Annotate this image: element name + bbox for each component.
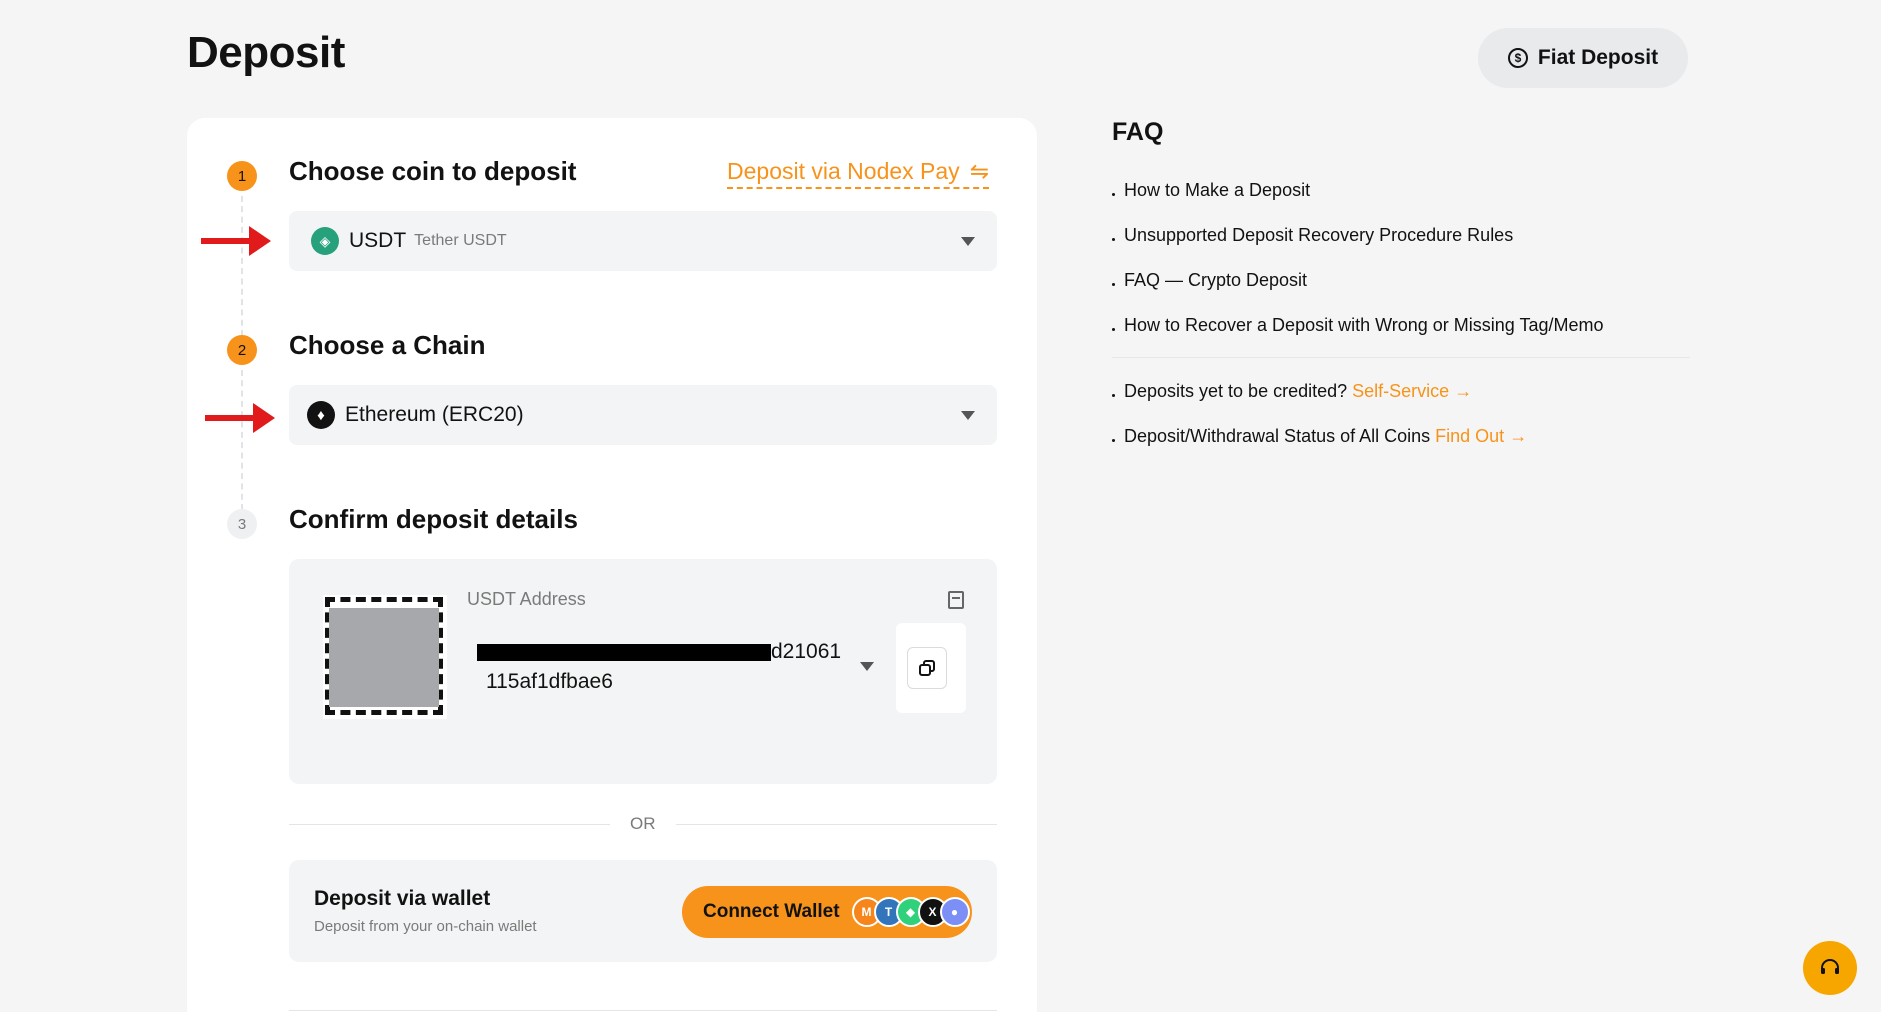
faq-link-label: How to Recover a Deposit with Wrong or M… xyxy=(1124,315,1604,335)
or-label: OR xyxy=(630,814,656,833)
chain-select[interactable]: ♦ Ethereum (ERC20) xyxy=(289,385,997,445)
swap-arrows-icon: ⇋ xyxy=(969,158,989,184)
tether-icon: ◈ xyxy=(311,227,339,255)
step-title-confirm-details: Confirm deposit details xyxy=(289,504,578,534)
address-label: USDT Address xyxy=(467,589,586,609)
chain-value: Ethereum (ERC20) xyxy=(345,403,524,426)
step-number-1: 1 xyxy=(227,161,257,191)
coin-select[interactable]: ◈ USDT Tether USDT xyxy=(289,211,997,271)
dollar-coin-icon: $ xyxy=(1507,48,1528,68)
coin-status-text: Deposit/Withdrawal Status of All Coins xyxy=(1124,426,1431,446)
step-number-3: 3 xyxy=(227,509,257,539)
wallet-icon: ● xyxy=(939,897,970,927)
coin-name: Tether USDT xyxy=(414,232,507,249)
headset-icon xyxy=(1821,959,1839,974)
connect-wallet-label: Connect Wallet xyxy=(703,901,840,922)
divider xyxy=(676,824,997,825)
wallet-subtitle: Deposit from your on-chain wallet xyxy=(314,918,537,935)
copy-icon xyxy=(919,660,935,676)
step-number-2: 2 xyxy=(227,335,257,365)
arrow-right-icon: → xyxy=(1454,381,1473,401)
address-redaction xyxy=(477,644,771,661)
connect-wallet-button[interactable]: Connect Wallet M T ◆ X ● xyxy=(682,886,972,938)
deposit-via-nodex-pay-link[interactable]: Deposit via Nodex Pay ⇋ xyxy=(727,158,989,189)
faq-link-label: How to Make a Deposit xyxy=(1124,180,1311,200)
step-title-choose-chain: Choose a Chain xyxy=(289,330,486,360)
find-out-label: Find Out xyxy=(1435,426,1505,446)
step-connector xyxy=(241,196,243,336)
faq-title: FAQ xyxy=(1112,118,1164,146)
arrow-right-icon: → xyxy=(1509,426,1528,446)
self-service-link[interactable]: Self-Service → xyxy=(1352,381,1472,402)
divider xyxy=(1112,357,1690,358)
find-out-link[interactable]: Find Out → xyxy=(1435,426,1527,447)
pending-credit-row: Deposits yet to be credited? Self-Servic… xyxy=(1112,381,1472,402)
faq-link[interactable]: Unsupported Deposit Recovery Procedure R… xyxy=(1112,225,1513,246)
faq-link-label: Unsupported Deposit Recovery Procedure R… xyxy=(1124,225,1514,245)
address-book-icon[interactable] xyxy=(948,591,964,609)
wallet-icons: M T ◆ X ● xyxy=(851,897,970,927)
faq-link[interactable]: How to Recover a Deposit with Wrong or M… xyxy=(1112,315,1604,336)
qr-code-redacted xyxy=(329,608,439,707)
self-service-label: Self-Service xyxy=(1352,381,1450,401)
bullet xyxy=(1112,193,1115,196)
faq-link-label: FAQ — Crypto Deposit xyxy=(1124,270,1308,290)
bullet xyxy=(1112,394,1115,397)
ethereum-icon: ♦ xyxy=(307,401,335,429)
coin-symbol: USDT xyxy=(349,229,407,252)
coin-status-row: Deposit/Withdrawal Status of All Coins F… xyxy=(1112,426,1527,447)
support-button[interactable] xyxy=(1803,941,1857,995)
divider xyxy=(289,824,610,825)
bullet xyxy=(1112,439,1115,442)
annotation-arrow xyxy=(205,403,275,433)
address-dropdown-icon[interactable] xyxy=(860,662,874,671)
fiat-deposit-button[interactable]: $ Fiat Deposit xyxy=(1478,28,1688,88)
pending-credit-text: Deposits yet to be credited? xyxy=(1124,381,1348,401)
nodex-pay-label: Deposit via Nodex Pay xyxy=(727,158,960,184)
bullet xyxy=(1112,283,1115,286)
fiat-deposit-label: Fiat Deposit xyxy=(1537,46,1659,69)
address-line-2: 115af1dfbae6 xyxy=(486,670,613,693)
wallet-title: Deposit via wallet xyxy=(314,887,491,910)
faq-link[interactable]: How to Make a Deposit xyxy=(1112,180,1310,201)
bullet xyxy=(1112,238,1115,241)
address-line-1: d21061 xyxy=(771,640,842,663)
step-connector xyxy=(241,370,243,510)
page-title: Deposit xyxy=(187,28,345,77)
annotation-arrow xyxy=(201,226,271,256)
copy-address-button[interactable] xyxy=(907,647,947,689)
chevron-down-icon xyxy=(961,236,975,246)
faq-link[interactable]: FAQ — Crypto Deposit xyxy=(1112,270,1307,291)
step-title-choose-coin: Choose coin to deposit xyxy=(289,156,577,186)
divider xyxy=(289,1010,997,1011)
bullet xyxy=(1112,328,1115,331)
chevron-down-icon xyxy=(961,410,975,420)
